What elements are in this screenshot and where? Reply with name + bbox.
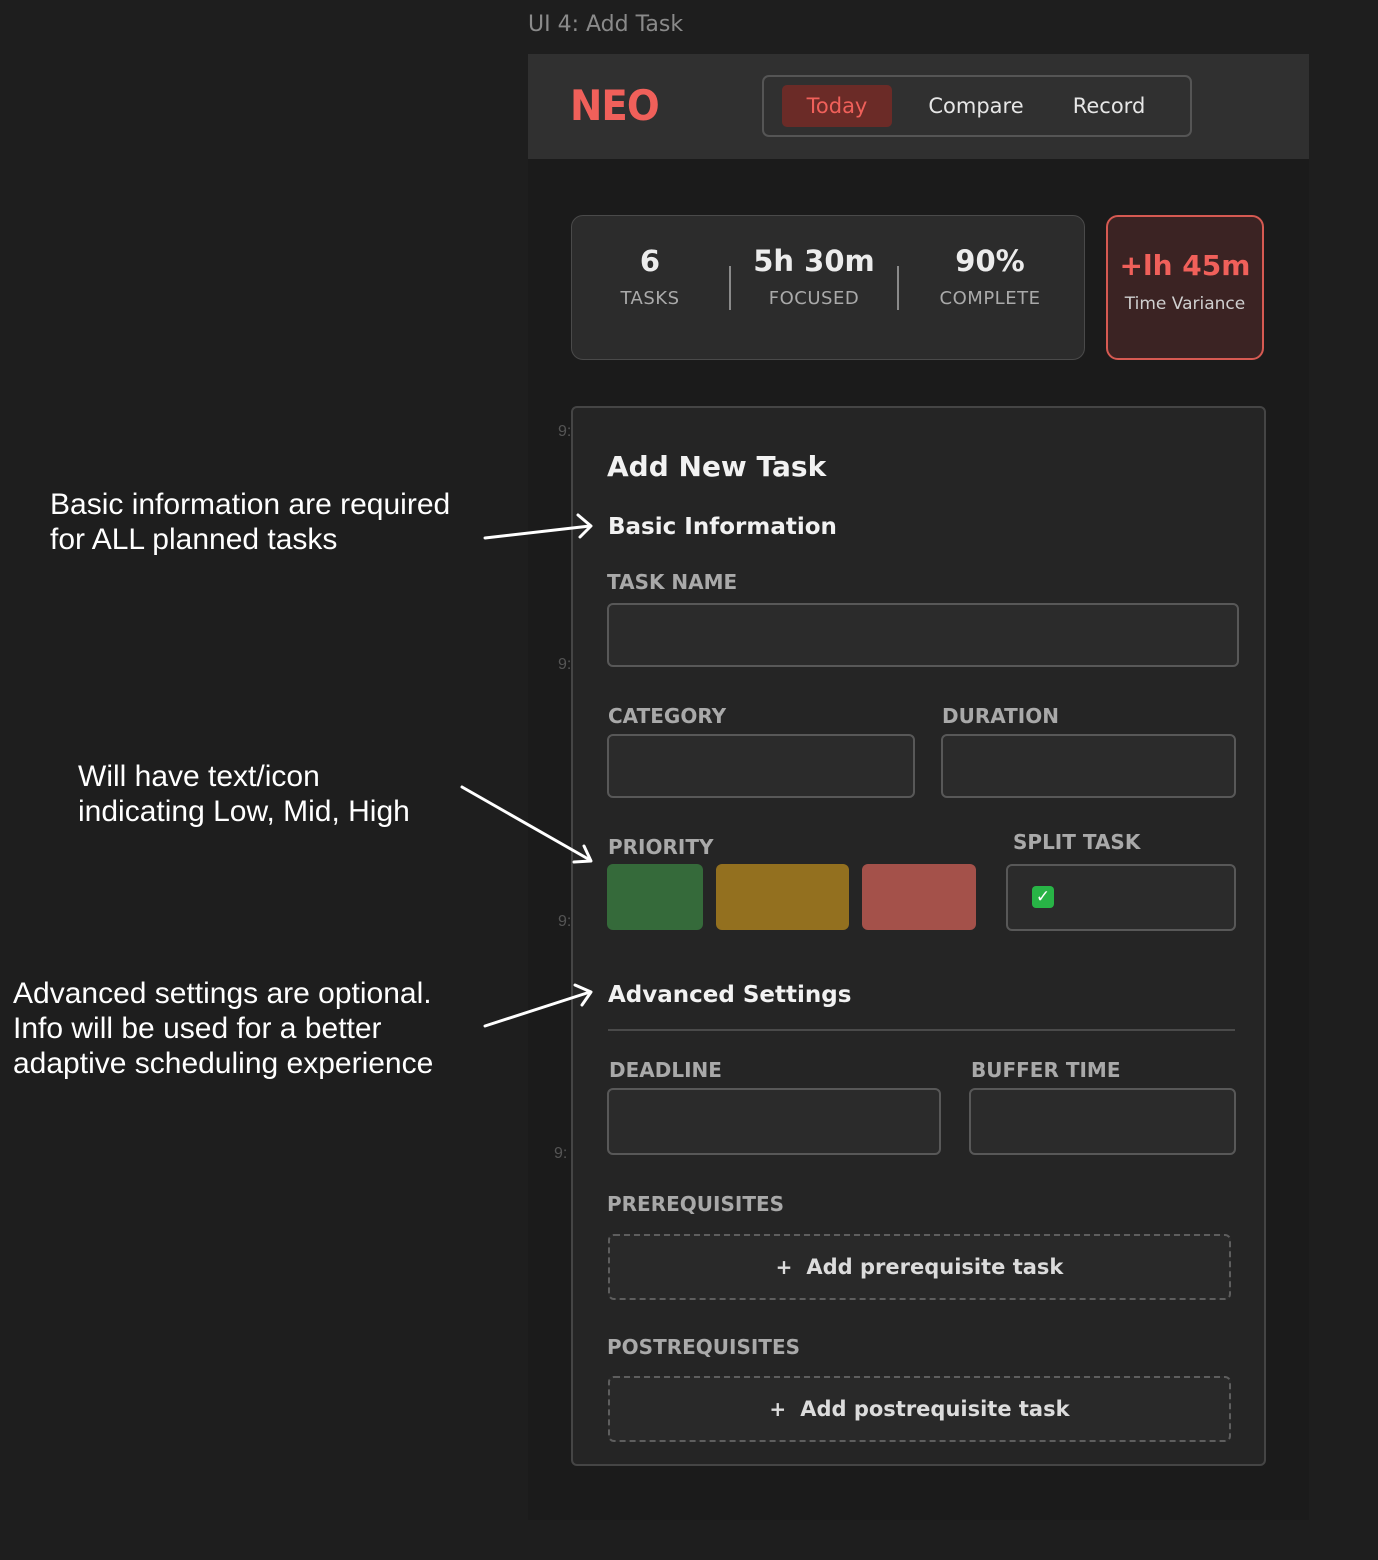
tab-today[interactable]: Today bbox=[782, 85, 892, 127]
priority-label: PRIORITY bbox=[608, 835, 714, 859]
plus-icon: + bbox=[775, 1255, 793, 1279]
add-prerequisite-label: Add prerequisite task bbox=[806, 1255, 1064, 1279]
add-postrequisite-label: Add postrequisite task bbox=[800, 1397, 1070, 1421]
stat-label: TASKS bbox=[620, 288, 680, 309]
section-basic-information: Basic Information bbox=[608, 514, 837, 540]
annotation-advanced: Advanced settings are optional. Info wil… bbox=[13, 976, 433, 1081]
stats-card: 6 TASKS 5h 30m FOCUSED 90% COMPLETE bbox=[571, 215, 1085, 360]
annotation-line: adaptive scheduling experience bbox=[13, 1047, 434, 1080]
stat-divider bbox=[897, 266, 899, 310]
postrequisites-label: POSTREQUISITES bbox=[607, 1335, 801, 1359]
annotation-line: Basic information are required bbox=[50, 488, 451, 521]
buffer-time-label: BUFFER TIME bbox=[971, 1058, 1121, 1082]
task-name-input[interactable] bbox=[607, 603, 1239, 667]
split-task-label: SPLIT TASK bbox=[1013, 830, 1141, 854]
annotation-line: Info will be used for a better bbox=[13, 1012, 382, 1045]
stat-value: 5h 30m bbox=[753, 244, 875, 278]
stat-tasks: 6 TASKS bbox=[602, 244, 698, 309]
priority-high-button[interactable] bbox=[862, 864, 976, 930]
category-input[interactable] bbox=[607, 734, 915, 798]
top-bar: NEO Today Compare Record bbox=[528, 54, 1309, 159]
frame-label: UI 4: Add Task bbox=[528, 12, 684, 37]
stat-label: FOCUSED bbox=[768, 288, 860, 309]
annotation-priority: Will have text/icon indicating Low, Mid,… bbox=[78, 759, 410, 829]
annotation-line: for ALL planned tasks bbox=[50, 523, 338, 556]
plus-icon: + bbox=[769, 1397, 787, 1421]
tab-compare[interactable]: Compare bbox=[916, 85, 1036, 127]
stat-complete: 90% COMPLETE bbox=[920, 244, 1060, 309]
time-variance-card: +lh 45m Time Variance bbox=[1106, 215, 1264, 360]
priority-mid-button[interactable] bbox=[716, 864, 849, 930]
section-divider bbox=[608, 1029, 1235, 1031]
timeline-fragment: 9: bbox=[558, 423, 572, 440]
stat-value: 6 bbox=[639, 244, 661, 278]
stat-divider bbox=[729, 266, 731, 310]
buffer-time-input[interactable] bbox=[969, 1088, 1236, 1155]
category-label: CATEGORY bbox=[608, 704, 727, 728]
annotation-basic-info: Basic information are required for ALL p… bbox=[50, 487, 450, 557]
annotation-line: indicating Low, Mid, High bbox=[78, 795, 410, 828]
duration-input[interactable] bbox=[941, 734, 1236, 798]
annotation-line: Will have text/icon bbox=[78, 760, 320, 793]
variance-value: +lh 45m bbox=[1119, 249, 1251, 282]
stat-label: COMPLETE bbox=[939, 288, 1041, 309]
app-logo: NEO bbox=[570, 81, 660, 130]
split-task-field: ✓ bbox=[1006, 864, 1236, 931]
stat-value: 90% bbox=[955, 244, 1025, 278]
timeline-fragment: 9: bbox=[558, 656, 572, 673]
checkbox-checked-icon[interactable]: ✓ bbox=[1032, 886, 1054, 908]
add-task-form: Add New Task Basic Information TASK NAME… bbox=[571, 406, 1266, 1466]
variance-label: Time Variance bbox=[1124, 294, 1246, 314]
deadline-input[interactable] bbox=[607, 1088, 941, 1155]
duration-label: DURATION bbox=[942, 704, 1059, 728]
timeline-fragment: 9: bbox=[554, 1145, 568, 1162]
deadline-label: DEADLINE bbox=[609, 1058, 722, 1082]
section-advanced-settings: Advanced Settings bbox=[608, 982, 852, 1008]
form-title: Add New Task bbox=[607, 450, 827, 483]
nav-tabs: Today Compare Record bbox=[762, 75, 1192, 137]
add-prerequisite-button[interactable]: + Add prerequisite task bbox=[608, 1234, 1231, 1300]
priority-low-button[interactable] bbox=[607, 864, 703, 930]
annotation-line: Advanced settings are optional. bbox=[13, 977, 432, 1010]
task-name-label: TASK NAME bbox=[607, 570, 738, 594]
tab-record[interactable]: Record bbox=[1054, 85, 1164, 127]
prerequisites-label: PREREQUISITES bbox=[607, 1192, 785, 1216]
add-postrequisite-button[interactable]: + Add postrequisite task bbox=[608, 1376, 1231, 1442]
stat-focused: 5h 30m FOCUSED bbox=[752, 244, 876, 309]
app-window: NEO Today Compare Record 6 TASKS 5h 30m … bbox=[528, 54, 1309, 1520]
timeline-fragment: 9: bbox=[558, 913, 572, 930]
